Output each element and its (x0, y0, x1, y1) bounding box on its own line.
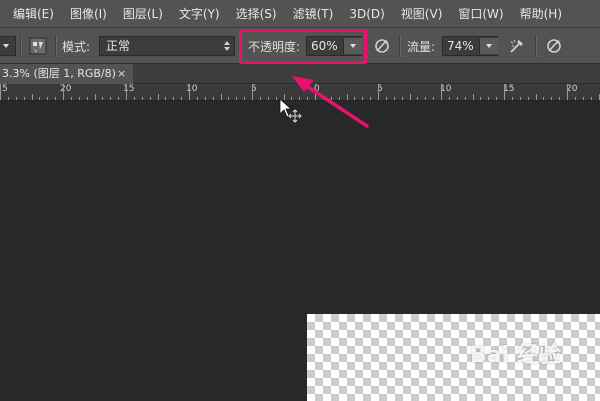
annotation-arrow (292, 76, 369, 128)
annotation-overlay (279, 76, 369, 128)
cursor-icon (279, 98, 302, 123)
